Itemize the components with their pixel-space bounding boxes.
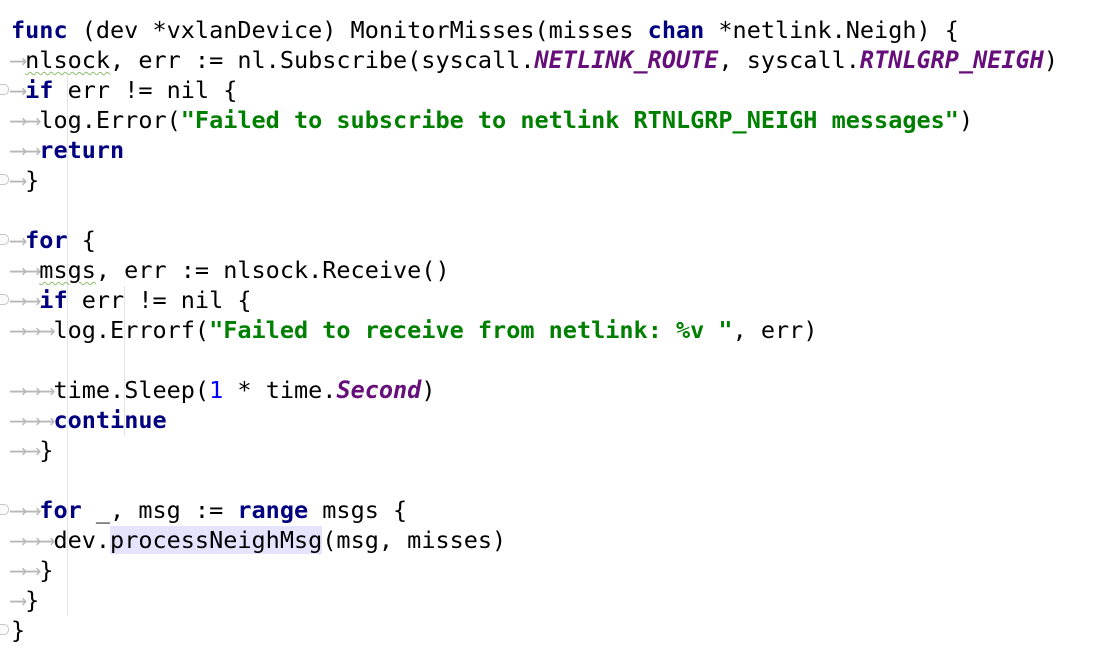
- keyword: if: [39, 286, 68, 314]
- keyword: chan: [647, 16, 705, 44]
- code-text: err != nil {: [67, 286, 252, 314]
- number-literal: 1: [209, 376, 224, 404]
- code-text: msgs {: [308, 496, 408, 524]
- code-line-9[interactable]: ⟶⟶msgs, err := nlsock.Receive(): [11, 255, 450, 285]
- keyword: for: [25, 226, 68, 254]
- keyword: func: [11, 16, 68, 44]
- keyword: continue: [53, 406, 167, 434]
- code-text: , err := nlsock.Receive(): [95, 256, 450, 284]
- code-line-8[interactable]: ⟶for {: [11, 225, 96, 255]
- code-line-21[interactable]: }: [11, 615, 25, 645]
- string-literal: "Failed to receive from netlink: %v ": [209, 316, 733, 344]
- keyword: range: [237, 496, 309, 524]
- code-text: , syscall.: [718, 46, 860, 74]
- code-text: , err := nl.Subscribe(syscall.: [110, 46, 535, 74]
- code-line-13[interactable]: ⟶⟶⟶time.Sleep(1 * time.Second): [11, 375, 435, 405]
- code-text: , err): [732, 316, 818, 344]
- tab-indicator: ⟶⟶: [11, 136, 40, 164]
- code-text: log.Error(: [39, 106, 181, 134]
- tab-indicator: ⟶⟶: [11, 256, 40, 284]
- fold-marker-func-end[interactable]: [0, 624, 9, 635]
- code-text: time.Sleep(: [53, 376, 210, 404]
- code-text: }: [25, 586, 40, 614]
- code-text: {: [67, 226, 96, 254]
- code-line-18[interactable]: ⟶⟶⟶dev.processNeighMsg(msg, misses): [11, 525, 506, 555]
- code-line-1[interactable]: func (dev *vxlanDevice) MonitorMisses(mi…: [11, 15, 959, 45]
- code-line-19[interactable]: ⟶⟶}: [11, 555, 53, 585]
- tab-indicator: ⟶⟶: [11, 286, 40, 314]
- code-line-4[interactable]: ⟶⟶log.Error("Failed to subscribe to netl…: [11, 105, 973, 135]
- fold-marker-range-for[interactable]: [0, 504, 9, 515]
- code-text: (msg, misses): [322, 526, 507, 554]
- code-line-6[interactable]: ⟶}: [11, 165, 39, 195]
- string-literal: "Failed to subscribe to netlink RTNLGRP_…: [180, 106, 959, 134]
- tab-indicator: ⟶⟶: [11, 436, 40, 464]
- tab-indicator: ⟶⟶⟶: [11, 316, 54, 344]
- code-text: *netlink.Neigh) {: [704, 16, 959, 44]
- constant: Second: [336, 376, 422, 404]
- tab-indicator: ⟶⟶⟶: [11, 376, 54, 404]
- code-text: nlsock: [25, 46, 111, 74]
- code-text: ): [421, 376, 436, 404]
- code-text: (dev *vxlanDevice) MonitorMisses(misses: [67, 16, 648, 44]
- code-text: ): [958, 106, 974, 134]
- code-line-5[interactable]: ⟶⟶return: [11, 135, 124, 165]
- code-text: ): [1043, 46, 1059, 74]
- code-line-10[interactable]: ⟶⟶if err != nil {: [11, 285, 252, 315]
- code-line-11[interactable]: ⟶⟶⟶log.Errorf("Failed to receive from ne…: [11, 315, 817, 345]
- code-text: _, msg :=: [81, 496, 238, 524]
- tab-indicator: ⟶⟶: [11, 106, 40, 134]
- code-text: }: [39, 436, 54, 464]
- fold-marker-if[interactable]: [0, 84, 9, 95]
- keyword: for: [39, 496, 82, 524]
- fold-marker-if-end[interactable]: [0, 174, 9, 185]
- fold-gutter: [0, 0, 10, 652]
- code-text: log.Errorf(: [53, 316, 210, 344]
- highlighted-method[interactable]: processNeighMsg: [110, 526, 323, 554]
- code-editor[interactable]: func (dev *vxlanDevice) MonitorMisses(mi…: [0, 0, 1100, 652]
- code-text: err != nil {: [53, 76, 238, 104]
- code-text: * time.: [223, 376, 337, 404]
- constant: RTNLGRP_NEIGH: [859, 46, 1044, 74]
- tab-indicator: ⟶⟶⟶: [11, 406, 54, 434]
- code-line-2[interactable]: ⟶nlsock, err := nl.Subscribe(syscall.NET…: [11, 45, 1058, 75]
- code-text: }: [39, 556, 54, 584]
- keyword: return: [39, 136, 125, 164]
- tab-indicator: ⟶⟶: [11, 496, 40, 524]
- code-line-15[interactable]: ⟶⟶}: [11, 435, 53, 465]
- code-line-17[interactable]: ⟶⟶for _, msg := range msgs {: [11, 495, 407, 525]
- code-text: }: [11, 616, 26, 644]
- tab-indicator: ⟶: [11, 586, 26, 614]
- code-line-14[interactable]: ⟶⟶⟶continue: [11, 405, 167, 435]
- tab-indicator: ⟶: [11, 76, 26, 104]
- fold-marker-inner-if[interactable]: [0, 294, 9, 305]
- tab-indicator: ⟶: [11, 226, 26, 254]
- code-text: dev.: [53, 526, 111, 554]
- tab-indicator: ⟶⟶: [11, 556, 40, 584]
- keyword: if: [25, 76, 54, 104]
- code-line-20[interactable]: ⟶}: [11, 585, 39, 615]
- tab-indicator: ⟶: [11, 166, 26, 194]
- code-text: msgs: [39, 256, 96, 284]
- fold-marker-for[interactable]: [0, 234, 9, 245]
- code-text: }: [25, 166, 40, 194]
- code-line-3[interactable]: ⟶if err != nil {: [11, 75, 237, 105]
- constant: NETLINK_ROUTE: [534, 46, 719, 74]
- tab-indicator: ⟶: [11, 46, 26, 74]
- tab-indicator: ⟶⟶⟶: [11, 526, 54, 554]
